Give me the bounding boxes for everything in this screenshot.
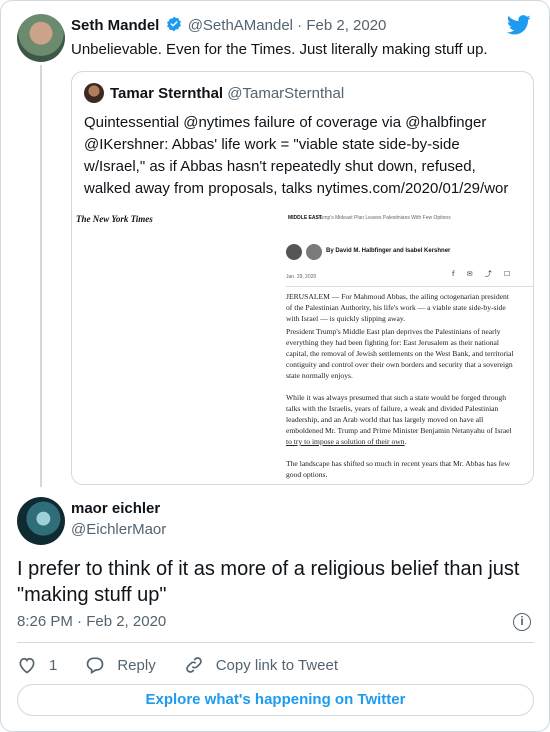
like-button[interactable]: 1 (17, 655, 57, 675)
share-icons: f ✉ ⤴ ☐ (452, 270, 516, 278)
reply-label: Reply (117, 656, 156, 674)
copy-link-label: Copy link to Tweet (215, 656, 338, 674)
reply-icon (87, 657, 104, 674)
quote-header: Tamar Sternthal @TamarSternthal (110, 85, 344, 102)
divider (286, 286, 533, 287)
reply-author-handle[interactable]: @EichlerMaor (71, 521, 166, 538)
twitter-bird-icon[interactable] (507, 15, 531, 35)
tweet-text: Unbelievable. Even for the Times. Just l… (71, 41, 488, 58)
quote-author-name: Tamar Sternthal (110, 85, 224, 102)
reply-header: maor eichler @EichlerMaor (71, 500, 166, 538)
tweet-embed-card: Seth Mandel @SethAMandel · Feb 2, 2020 U… (0, 0, 550, 732)
reply-button[interactable]: Reply (85, 655, 156, 675)
avatar[interactable] (17, 14, 65, 62)
article-screenshot: The New York Times MIDDLE EAST Trump's M… (72, 212, 533, 484)
article-text: . (404, 437, 407, 446)
article-byline: By David M. Halbfinger and Isabel Kershn… (326, 248, 451, 254)
quote-text: Quintessential @nytimes failure of cover… (84, 114, 509, 219)
reply-timestamp[interactable]: 8:26 PM · Feb 2, 2020 (17, 613, 166, 630)
author-handle[interactable]: @SethAMandel (188, 17, 293, 34)
tweet-date[interactable]: · Feb 2, 2020 (297, 17, 386, 34)
author-name[interactable]: Seth Mandel (71, 17, 159, 34)
author-photo (286, 244, 302, 260)
divider (17, 642, 534, 643)
reply-text: I prefer to think of it as more of a rel… (17, 558, 520, 606)
explore-button[interactable]: Explore what's happening on Twitter (17, 684, 534, 716)
article-date: Jan. 29, 2020 (286, 274, 317, 280)
heart-icon (19, 657, 35, 674)
reply-avatar[interactable] (17, 497, 65, 545)
article-paragraph: JERUSALEM — For Mahmoud Abbas, the ailin… (286, 292, 509, 323)
article-small-headline: Trump's Mideast Plan Leaves Palestinians… (316, 215, 451, 221)
info-icon[interactable]: i (513, 613, 531, 631)
like-count: 1 (49, 656, 58, 674)
reply-author-name[interactable]: maor eichler (71, 500, 160, 517)
thread-line (40, 65, 42, 487)
nyt-masthead: The New York Times (76, 214, 153, 224)
article-text: While it was always presumed that such a… (286, 393, 512, 435)
tweet-header: Seth Mandel @SethAMandel · Feb 2, 2020 (71, 16, 386, 34)
action-bar: 1 Reply Copy link to Tweet (17, 655, 366, 675)
author-photo (306, 244, 322, 260)
verified-badge-icon (166, 16, 181, 32)
copy-link-button[interactable]: Copy link to Tweet (184, 655, 338, 675)
article-paragraph: President Trump's Middle East plan depri… (286, 327, 514, 380)
link-icon (185, 657, 202, 673)
quote-author-handle: @TamarSternthal (227, 85, 345, 102)
quote-avatar (84, 83, 104, 103)
quoted-tweet[interactable]: Tamar Sternthal @TamarSternthal Quintess… (71, 71, 534, 485)
article-paragraph: While it was always presumed that such a… (286, 392, 514, 447)
article-link: to try to impose a solution of their own (286, 437, 405, 446)
article-paragraph: The landscape has shifted so much in rec… (286, 459, 510, 479)
